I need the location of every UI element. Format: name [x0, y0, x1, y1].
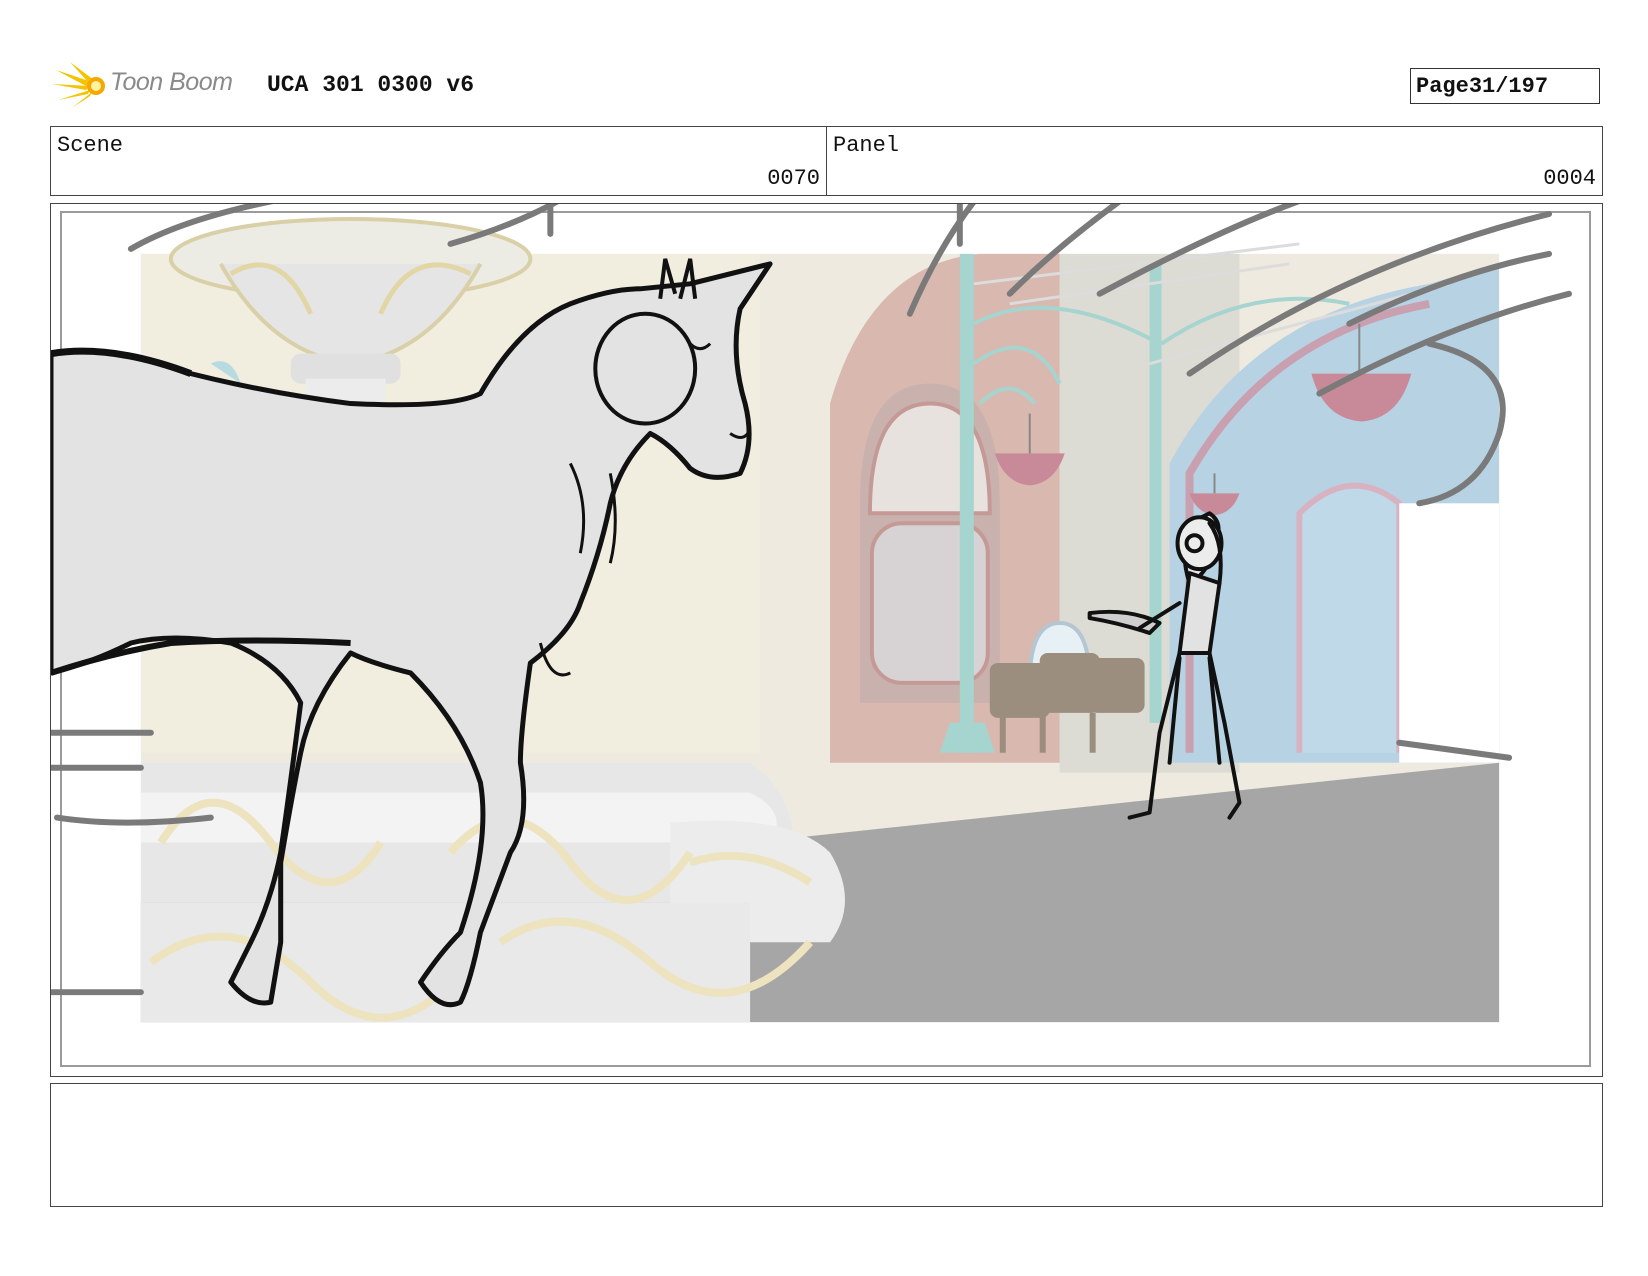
page-header: Toon Boom UCA 301 0300 v6 Page 31/197 [52, 60, 1602, 110]
toon-boom-burst-icon [52, 62, 105, 108]
logo-text: Toon Boom [110, 68, 233, 96]
page-counter: Page 31/197 [1410, 68, 1600, 104]
page-label: Page [1416, 73, 1469, 99]
page-number: 31/197 [1468, 73, 1549, 99]
document-title: UCA 301 0300 v6 [267, 72, 475, 98]
scene-cell: Scene 0070 [51, 127, 826, 195]
storyboard-panel [50, 203, 1603, 1077]
panel-cell: Panel 0004 [826, 127, 1602, 195]
panel-label: Panel [833, 133, 900, 158]
panel-notes [50, 1083, 1603, 1207]
scene-number: 0070 [767, 166, 820, 191]
panel-artwork [51, 204, 1592, 1068]
scene-label: Scene [57, 133, 124, 158]
scene-panel-info: Scene 0070 Panel 0004 [50, 126, 1603, 196]
panel-number: 0004 [1543, 166, 1596, 191]
toon-boom-logo: Toon Boom [52, 60, 252, 110]
